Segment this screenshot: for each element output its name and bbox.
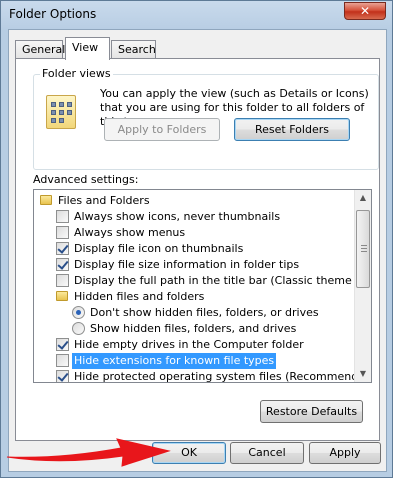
advanced-setting-row[interactable]: Hide extensions for known file types [56, 353, 354, 369]
apply-to-folders-button[interactable]: Apply to Folders [104, 118, 220, 141]
tab-view[interactable]: View [65, 37, 110, 60]
tab-search[interactable]: Search [111, 40, 156, 59]
scroll-down-icon[interactable]: ▼ [355, 366, 371, 382]
checkbox[interactable] [56, 242, 69, 255]
reset-folders-button[interactable]: Reset Folders [234, 118, 350, 141]
checkbox[interactable] [56, 210, 69, 223]
radio-button[interactable] [72, 322, 85, 335]
scrollbar-thumb[interactable] [356, 210, 370, 288]
folder-views-group: Folder views You can apply the view (suc… [33, 67, 379, 170]
folder-views-title: Folder views [40, 67, 113, 80]
radio-button[interactable] [72, 306, 85, 319]
advanced-setting-label: Display the full path in the title bar (… [74, 274, 372, 287]
advanced-setting-label: Always show icons, never thumbnails [74, 210, 281, 223]
advanced-settings-label: Advanced settings: [33, 173, 139, 186]
window-title: Folder Options [9, 7, 97, 21]
advanced-setting-label: Hide empty drives in the Computer folder [74, 338, 304, 351]
advanced-setting-row[interactable]: Hide protected operating system files (R… [56, 369, 371, 382]
advanced-setting-row[interactable]: Show hidden files, folders, and drives [72, 321, 354, 337]
vertical-scrollbar[interactable]: ▲ ▼ [354, 190, 371, 382]
advanced-setting-row[interactable]: Hide empty drives in the Computer folder [56, 337, 354, 353]
advanced-setting-label: Hide extensions for known file types [72, 353, 277, 369]
advanced-setting-label: Display file size information in folder … [74, 258, 300, 271]
cancel-button[interactable]: Cancel [230, 442, 304, 464]
advanced-settings-list[interactable]: Files and Folders Always show icons, neve… [33, 189, 372, 383]
checkbox[interactable] [56, 258, 69, 271]
advanced-setting-label: Don't show hidden files, folders, or dri… [90, 306, 319, 319]
folder-views-icon [46, 95, 76, 129]
advanced-setting-row[interactable]: Always show menus [56, 225, 354, 241]
advanced-setting-label: Display file icon on thumbnails [74, 242, 244, 255]
folder-options-window: Folder Options ✕ General View Search Fol… [0, 0, 393, 478]
apply-button[interactable]: Apply [309, 442, 381, 464]
advanced-setting-label: Show hidden files, folders, and drives [90, 322, 297, 335]
scroll-up-icon[interactable]: ▲ [355, 190, 371, 206]
advanced-setting-row[interactable]: Hidden files and folders [56, 289, 354, 305]
advanced-setting-row[interactable]: Don't show hidden files, folders, or dri… [72, 305, 354, 321]
advanced-setting-label: Hidden files and folders [74, 290, 205, 303]
advanced-setting-row[interactable]: Display file icon on thumbnails [56, 241, 354, 257]
advanced-setting-row[interactable]: Files and Folders [40, 193, 354, 209]
advanced-setting-label: Hide protected operating system files (R… [74, 370, 372, 383]
advanced-setting-row[interactable]: Display file size information in folder … [56, 257, 354, 273]
advanced-setting-row[interactable]: Always show icons, never thumbnails [56, 209, 354, 225]
checkbox[interactable] [56, 354, 69, 367]
tab-general[interactable]: General [15, 40, 65, 59]
title-bar[interactable]: Folder Options ✕ [1, 1, 392, 29]
checkbox[interactable] [56, 370, 69, 382]
restore-defaults-button[interactable]: Restore Defaults [260, 400, 363, 423]
dialog-body: General View Search Folder views You can… [8, 29, 387, 472]
advanced-setting-label: Files and Folders [58, 194, 150, 207]
folder-icon [56, 291, 68, 301]
close-icon: ✕ [359, 4, 371, 18]
folder-icon [40, 195, 52, 205]
advanced-setting-row[interactable]: Display the full path in the title bar (… [56, 273, 371, 289]
checkbox[interactable] [56, 274, 69, 287]
checkbox[interactable] [56, 338, 69, 351]
advanced-setting-label: Always show menus [74, 226, 186, 239]
close-button[interactable]: ✕ [344, 2, 386, 20]
checkbox[interactable] [56, 226, 69, 239]
red-arrow-annotation [6, 438, 171, 467]
